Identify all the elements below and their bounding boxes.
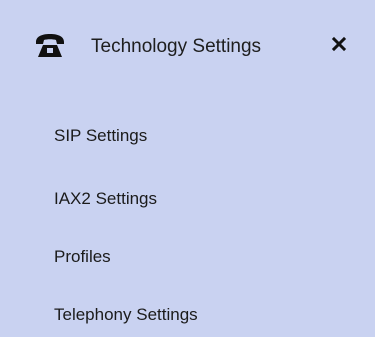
panel-title: Technology Settings xyxy=(91,36,262,57)
menu-item-profiles[interactable]: Profiles xyxy=(54,246,111,268)
technology-settings-panel: Technology Settings SIP Settings IAX2 Se… xyxy=(0,0,375,337)
menu-item-sip-settings[interactable]: SIP Settings xyxy=(54,125,147,147)
panel-header: Technology Settings xyxy=(0,0,375,96)
menu-item-telephony-settings[interactable]: Telephony Settings xyxy=(54,304,198,326)
menu-item-iax2-settings[interactable]: IAX2 Settings xyxy=(54,188,157,210)
telephone-icon xyxy=(35,33,65,59)
close-icon[interactable] xyxy=(331,35,347,53)
